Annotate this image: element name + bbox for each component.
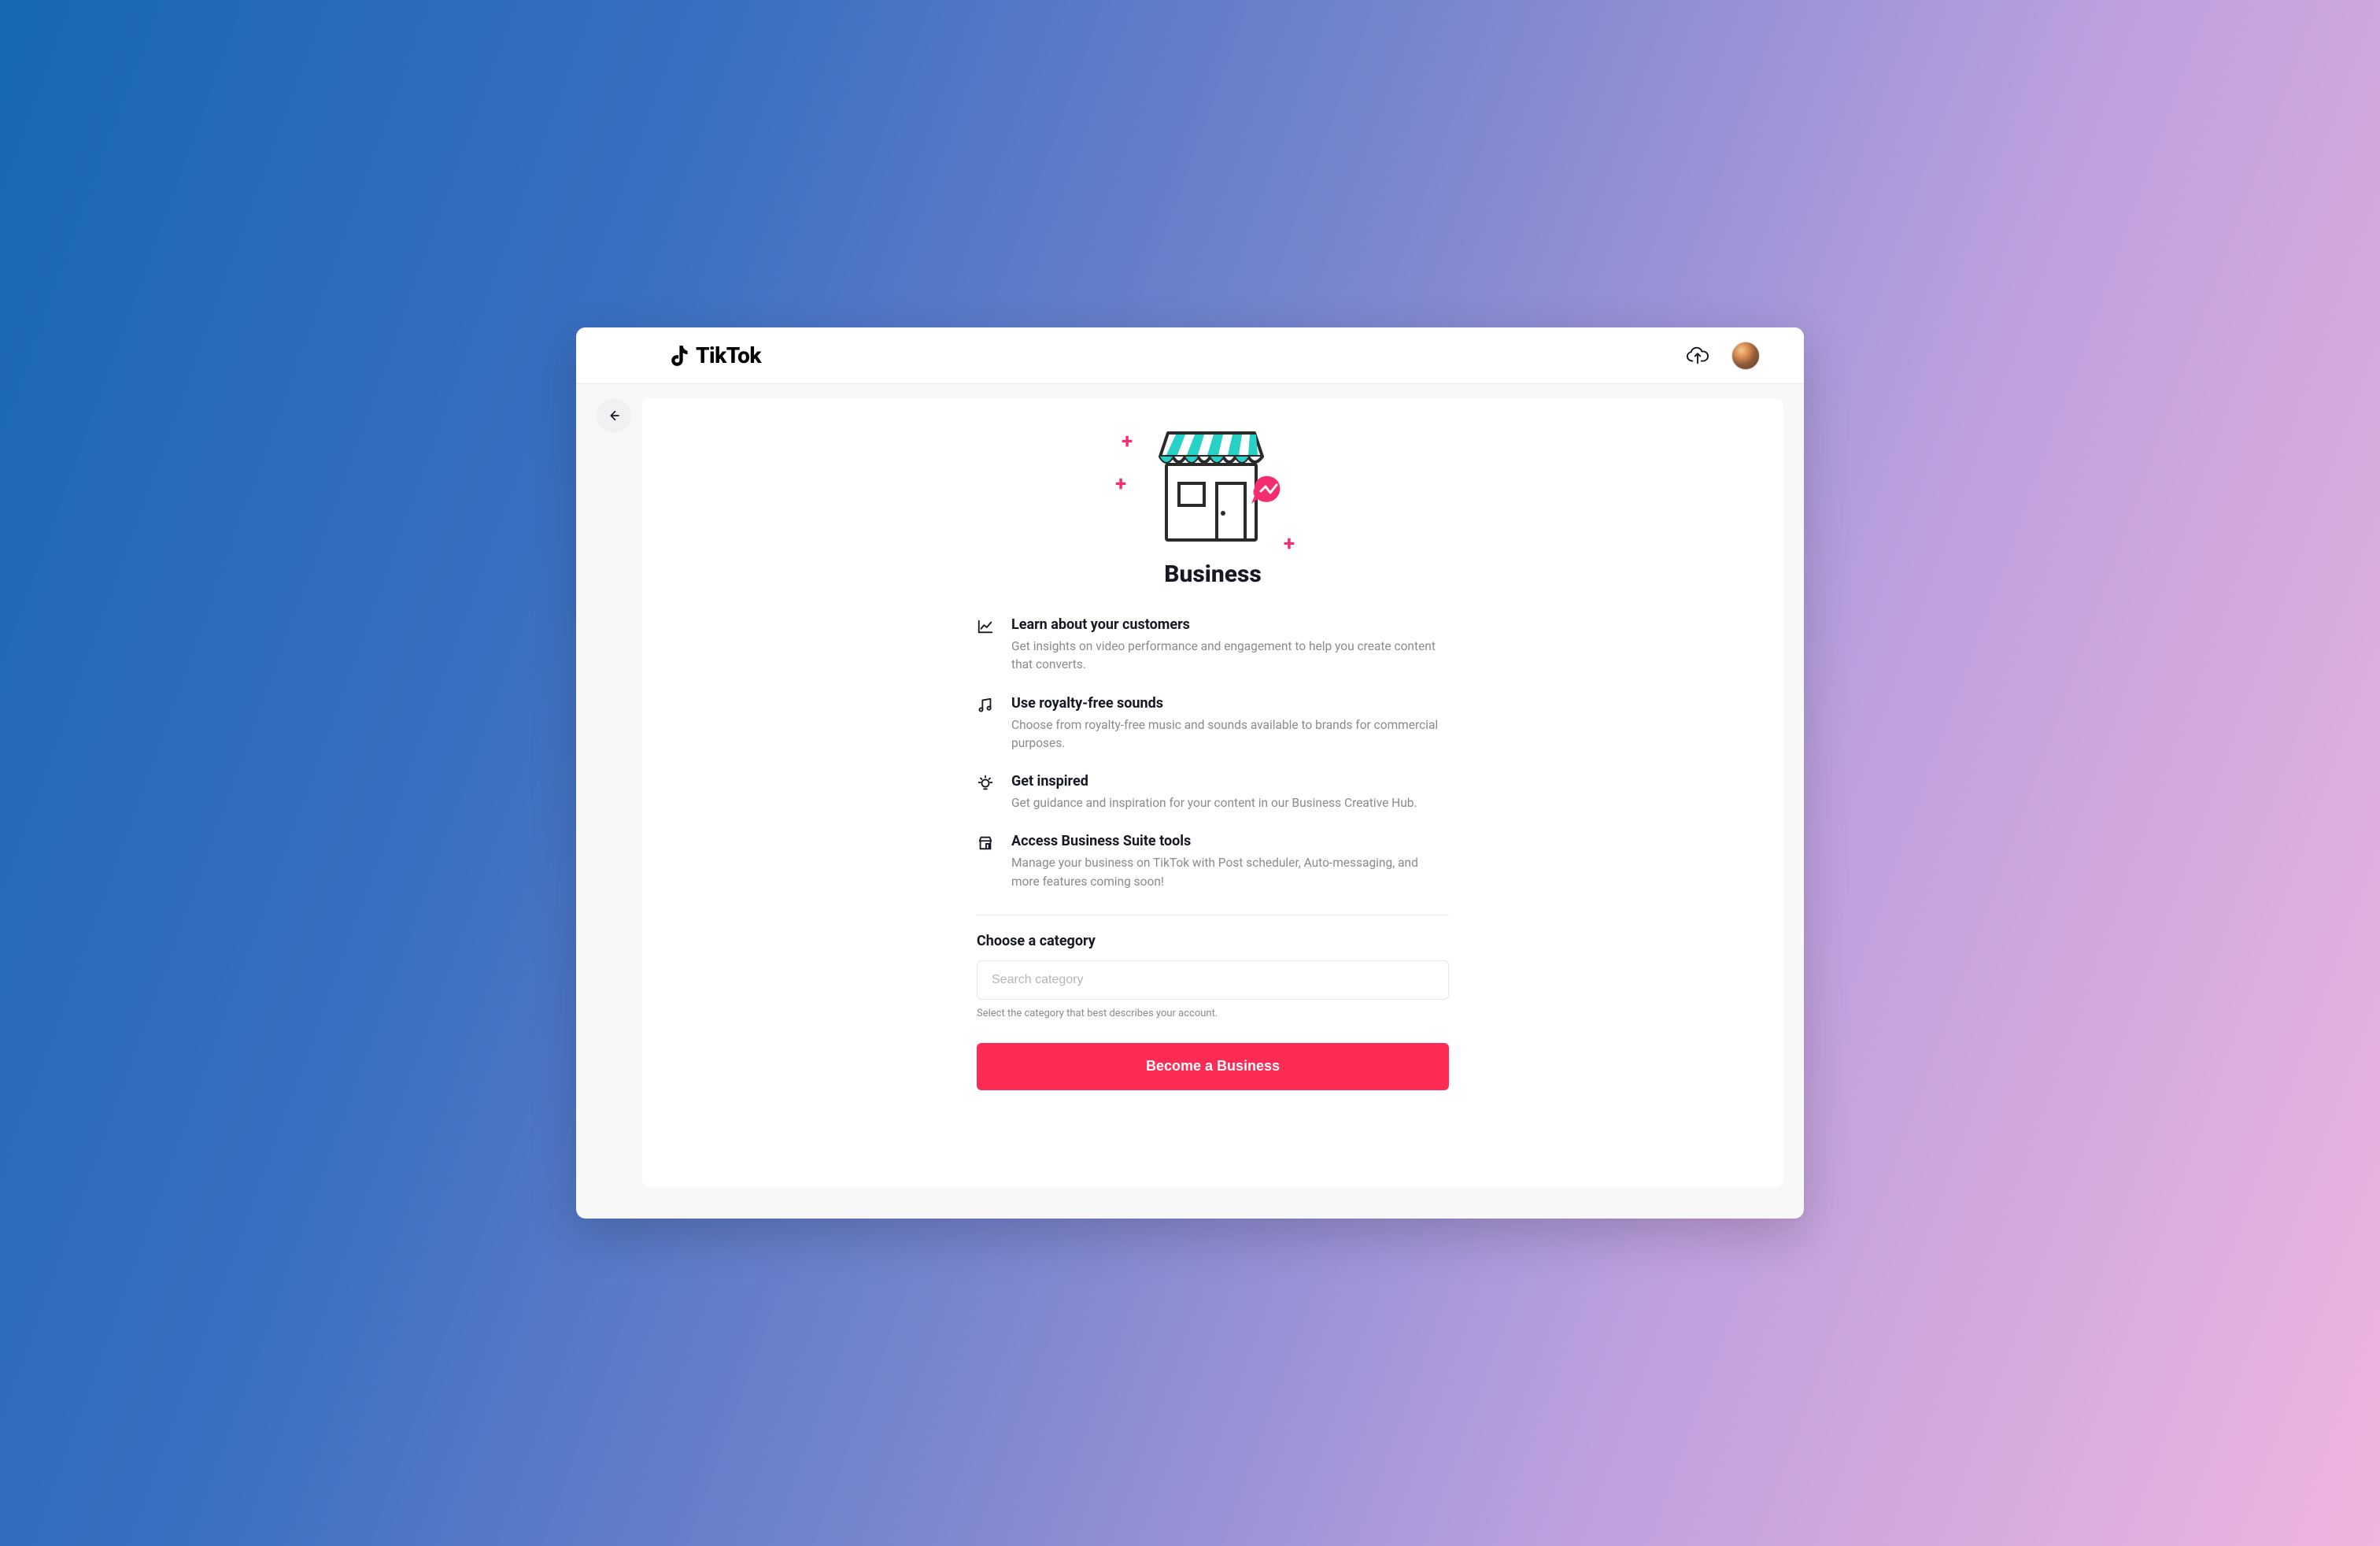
page-title: Business [1164, 560, 1262, 588]
app-window: TikTok + + + [576, 327, 1804, 1219]
lightbulb-icon [977, 773, 996, 812]
music-note-icon [977, 695, 996, 753]
back-button[interactable] [597, 398, 631, 433]
sparkle-icon: + [1115, 474, 1126, 494]
topbar: TikTok [576, 327, 1804, 384]
feature-title: Get inspired [1011, 773, 1417, 790]
feature-title: Use royalty-free sounds [1011, 695, 1449, 712]
arrow-left-icon [607, 409, 621, 423]
content-card: + + + [642, 398, 1783, 1187]
feature-suite: Access Business Suite tools Manage your … [977, 833, 1449, 891]
feature-title: Learn about your customers [1011, 616, 1449, 633]
tiktok-note-icon [671, 344, 691, 368]
category-helper: Select the category that best describes … [977, 1008, 1449, 1019]
storefront-icon [977, 833, 996, 891]
feature-sounds: Use royalty-free sounds Choose from roya… [977, 695, 1449, 753]
chart-line-icon [977, 616, 996, 675]
feature-desc: Get guidance and inspiration for your co… [1011, 794, 1417, 812]
feature-desc: Manage your business on TikTok with Post… [1011, 854, 1449, 891]
brand-text: TikTok [696, 342, 761, 368]
feature-inspired: Get inspired Get guidance and inspiratio… [977, 773, 1449, 812]
feature-desc: Get insights on video performance and en… [1011, 638, 1449, 675]
storefront-icon [1138, 427, 1288, 553]
page-body: + + + [576, 384, 1804, 1219]
feature-title: Access Business Suite tools [1011, 833, 1449, 849]
become-business-button[interactable]: Become a Business [977, 1043, 1449, 1090]
brand-logo[interactable]: TikTok [671, 342, 761, 368]
sparkle-icon: + [1122, 431, 1133, 452]
category-label: Choose a category [977, 933, 1449, 949]
features-list: Learn about your customers Get insights … [977, 616, 1449, 915]
upload-icon[interactable] [1686, 346, 1709, 366]
topbar-right [1686, 342, 1760, 370]
feature-desc: Choose from royalty-free music and sound… [1011, 716, 1449, 753]
business-illustration: + + + [1111, 427, 1315, 553]
category-search-input[interactable] [977, 960, 1449, 1000]
avatar[interactable] [1731, 342, 1760, 370]
feature-insights: Learn about your customers Get insights … [977, 616, 1449, 675]
